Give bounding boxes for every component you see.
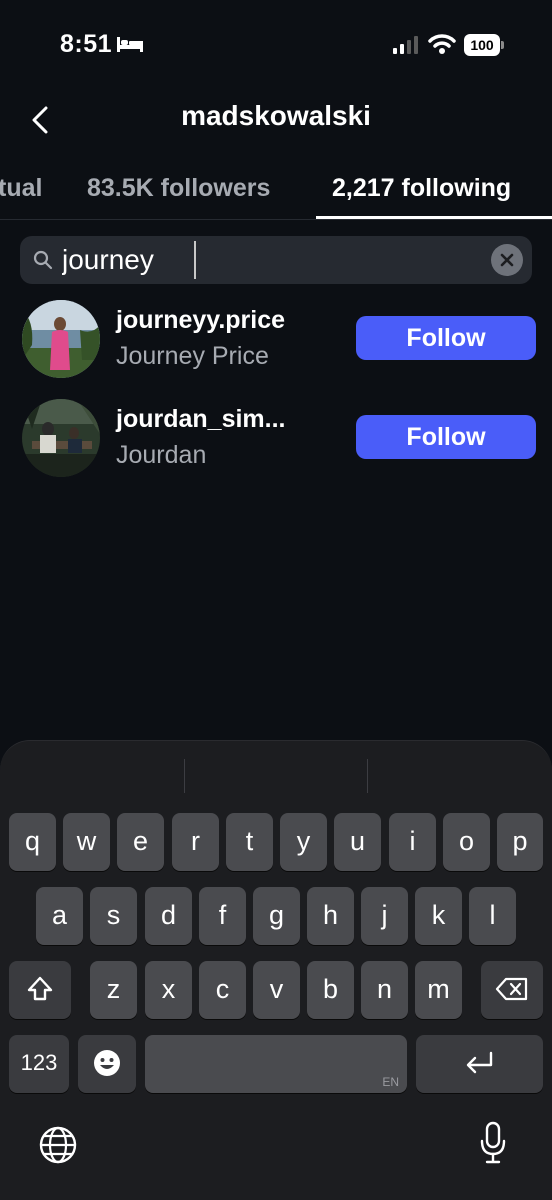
globe-icon[interactable] [38,1125,78,1165]
tab-mutual[interactable]: tual [0,174,42,203]
emoji-key[interactable] [78,1035,136,1093]
avatar[interactable] [22,399,100,477]
back-button[interactable] [22,100,62,140]
battery-indicator: 100 [464,34,504,56]
key-g[interactable]: g [253,887,300,945]
shift-key[interactable] [9,961,71,1019]
key-j[interactable]: j [361,887,408,945]
return-icon [466,1051,492,1074]
follow-tabs: tual 83.5K followers 2,217 following [0,160,552,220]
delete-key[interactable] [481,961,543,1019]
space-key[interactable]: EN [145,1035,407,1093]
search-bar[interactable] [20,236,532,284]
follow-button[interactable]: Follow [356,415,536,459]
status-bar: 8:51 100 [0,0,552,90]
keyboard: q w e r t y u i o p a s d f g h j k l z … [0,740,552,1200]
list-item[interactable]: journeyy.price Journey Price Follow [0,294,552,384]
key-d[interactable]: d [145,887,192,945]
clear-icon [500,253,514,267]
result-full-name: Jourdan [116,441,207,469]
tab-followers[interactable]: 83.5K followers [87,174,270,203]
active-tab-indicator [316,216,552,219]
text-caret [194,241,196,279]
chevron-left-icon [32,106,48,134]
tab-following[interactable]: 2,217 following [332,174,511,203]
key-q[interactable]: q [9,813,56,871]
list-item[interactable]: jourdan_sim... Jourdan Follow [0,393,552,483]
key-u[interactable]: u [334,813,381,871]
key-c[interactable]: c [199,961,246,1019]
clear-search-button[interactable] [491,244,523,276]
key-m[interactable]: m [415,961,462,1019]
page-title: madskowalski [181,100,371,131]
search-input[interactable] [62,242,462,278]
key-t[interactable]: t [226,813,273,871]
key-l[interactable]: l [469,887,516,945]
keyboard-language-label: EN [382,1075,399,1089]
avatar-image [22,399,100,477]
emoji-icon [94,1050,120,1076]
key-i[interactable]: i [389,813,436,871]
suggestion-divider [367,759,368,793]
battery-cap [501,41,504,49]
status-time: 8:51 [60,30,113,58]
avatar[interactable] [22,300,100,378]
key-w[interactable]: w [63,813,110,871]
key-x[interactable]: x [145,961,192,1019]
result-username: jourdan_sim... [116,405,286,433]
shift-icon [27,976,53,1001]
numbers-key[interactable]: 123 [9,1035,69,1093]
key-a[interactable]: a [36,887,83,945]
cellular-signal-icon [393,36,418,54]
suggestion-divider [184,759,185,793]
backspace-icon [495,977,528,1001]
avatar-image [22,300,100,378]
key-p[interactable]: p [497,813,543,871]
wifi-icon [428,34,456,54]
key-v[interactable]: v [253,961,300,1019]
key-k[interactable]: k [415,887,462,945]
profile-header: madskowalski [0,90,552,146]
key-n[interactable]: n [361,961,408,1019]
follow-button[interactable]: Follow [356,316,536,360]
key-y[interactable]: y [280,813,327,871]
key-s[interactable]: s [90,887,137,945]
bed-icon [117,37,143,52]
microphone-icon[interactable] [478,1121,508,1165]
result-username: journeyy.price [116,306,286,334]
key-b[interactable]: b [307,961,354,1019]
return-key[interactable] [416,1035,543,1093]
key-o[interactable]: o [443,813,490,871]
key-e[interactable]: e [117,813,164,871]
battery-level: 100 [464,34,500,56]
key-z[interactable]: z [90,961,137,1019]
search-icon [33,250,53,270]
key-r[interactable]: r [172,813,219,871]
key-f[interactable]: f [199,887,246,945]
key-h[interactable]: h [307,887,354,945]
result-full-name: Journey Price [116,342,269,370]
